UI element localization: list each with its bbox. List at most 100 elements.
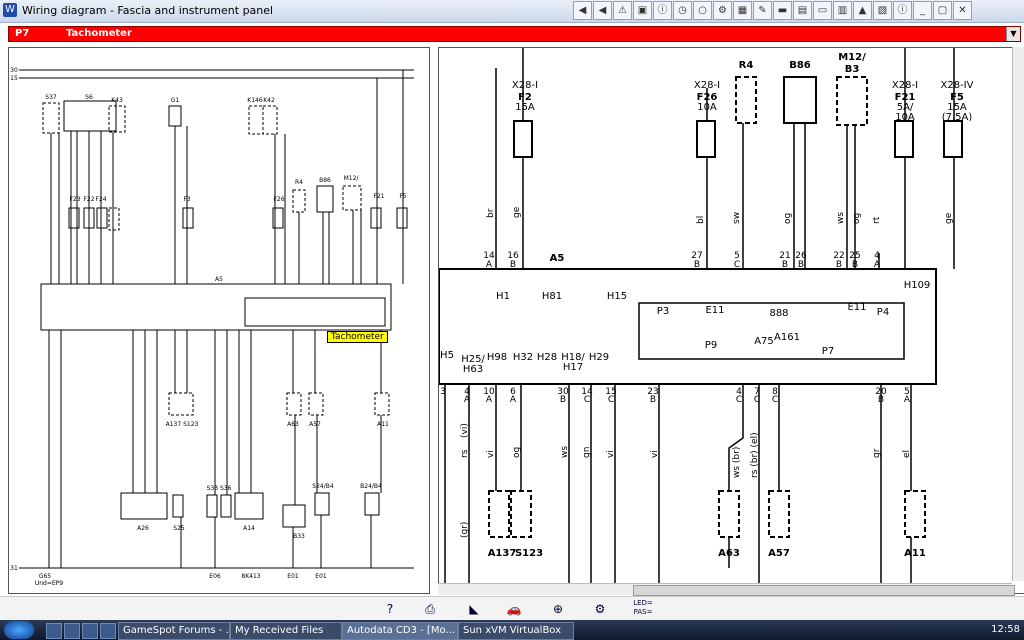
- svg-text:A5: A5: [550, 253, 565, 264]
- help-icon[interactable]: ?: [378, 599, 402, 619]
- svg-text:A: A: [486, 395, 493, 405]
- svg-text:A137: A137: [488, 548, 517, 559]
- svg-text:B: B: [852, 260, 858, 270]
- triangle-icon[interactable]: ◣: [462, 599, 486, 619]
- info-icon[interactable]: ⓘ: [893, 1, 912, 20]
- svg-text:A: A: [486, 260, 493, 270]
- svg-text:H32: H32: [513, 352, 533, 363]
- svg-text:F26: F26: [273, 196, 284, 203]
- minimize-icon[interactable]: _: [913, 1, 932, 20]
- scrollbar-thumb[interactable]: [633, 585, 1015, 596]
- svg-text:C: C: [608, 395, 614, 405]
- restore-icon[interactable]: ▢: [933, 1, 952, 20]
- warning-icon[interactable]: ⚠: [613, 1, 632, 20]
- svg-text:H98: H98: [487, 352, 507, 363]
- component-code: P7: [15, 28, 30, 39]
- quicklaunch-icon[interactable]: [100, 623, 116, 639]
- arrow-left-icon[interactable]: ◀: [593, 1, 612, 20]
- clock[interactable]: 12:58: [991, 622, 1020, 638]
- chart-icon[interactable]: ▧: [873, 1, 892, 20]
- grid-icon[interactable]: ▦: [733, 1, 752, 20]
- svg-text:ws: ws: [560, 446, 570, 458]
- taskbar-item[interactable]: GameSpot Forums - ...: [118, 622, 230, 640]
- svg-text:A: A: [874, 260, 881, 270]
- tools-icon[interactable]: ⚙: [588, 599, 612, 619]
- svg-text:B: B: [510, 260, 516, 270]
- svg-text:H28: H28: [537, 352, 557, 363]
- quicklaunch-icon[interactable]: [64, 623, 80, 639]
- svg-text:H15: H15: [607, 291, 627, 302]
- svg-text:B: B: [798, 260, 804, 270]
- svg-text:A: A: [510, 395, 517, 405]
- quicklaunch-icon[interactable]: [82, 623, 98, 639]
- svg-text:G65: G65: [39, 573, 51, 580]
- svg-text:E01: E01: [315, 573, 327, 580]
- svg-text:og: og: [783, 213, 793, 224]
- svg-text:A: A: [464, 395, 471, 405]
- svg-text:E06: E06: [209, 573, 221, 580]
- svg-text:R4: R4: [295, 179, 303, 186]
- svg-text:og: og: [852, 213, 862, 224]
- quicklaunch-icon[interactable]: [46, 623, 62, 639]
- svg-text:A57: A57: [309, 421, 321, 428]
- car-icon[interactable]: 🚗: [502, 599, 526, 619]
- svg-text:rt: rt: [872, 216, 882, 224]
- search-icon[interactable]: ⊕: [546, 599, 570, 619]
- print-icon[interactable]: ⎙: [418, 599, 442, 619]
- svg-text:F23: F23: [69, 196, 80, 203]
- svg-text:S123: S123: [515, 548, 543, 559]
- svg-text:F24: F24: [95, 196, 106, 203]
- svg-text:H29: H29: [589, 352, 609, 363]
- tools-icon[interactable]: ⚙: [713, 1, 732, 20]
- overview-diagram-pane[interactable]: 30 15 31 S37 S6 K43 G1 K146 K42 R4 B86 M12/ F21 F…: [8, 47, 430, 594]
- svg-text:F3: F3: [183, 196, 190, 203]
- detail-diagram-pane[interactable]: X28-I F2 15A X28-I F26 10A R4 B86 M12/B3 X28…: [438, 47, 1024, 594]
- taskbar-item[interactable]: My Received Files: [230, 622, 342, 640]
- circle-icon[interactable]: ○: [693, 1, 712, 20]
- svg-text:Und=EP9: Und=EP9: [35, 580, 63, 587]
- svg-text:A11: A11: [904, 548, 926, 559]
- svg-text:10A: 10A: [697, 102, 717, 113]
- component-selector[interactable]: P7 Tachometer ▼: [8, 26, 1021, 42]
- image-icon[interactable]: ▣: [633, 1, 652, 20]
- start-button[interactable]: [4, 621, 34, 639]
- book-icon[interactable]: ▤: [793, 1, 812, 20]
- doc-icon[interactable]: ▭: [813, 1, 832, 20]
- rocket-icon[interactable]: ▲: [853, 1, 872, 20]
- repair-icon[interactable]: ✎: [753, 1, 772, 20]
- svg-text:br: br: [486, 208, 496, 218]
- horizontal-scrollbar[interactable]: [438, 583, 1015, 596]
- svg-text:31: 31: [10, 565, 18, 572]
- svg-text:A14: A14: [243, 525, 255, 532]
- svg-text:8K413: 8K413: [241, 573, 260, 580]
- vertical-scrollbar[interactable]: [1012, 47, 1024, 581]
- svg-text:(7,5A): (7,5A): [942, 112, 973, 123]
- taskbar-item[interactable]: Autodata CD3 - [Mo...: [342, 622, 458, 640]
- svg-text:rs (br) (el): rs (br) (el): [750, 432, 760, 478]
- clock-icon[interactable]: ◷: [673, 1, 692, 20]
- close-icon[interactable]: ✕: [953, 1, 972, 20]
- dropdown-arrow-icon[interactable]: ▼: [1006, 27, 1020, 41]
- svg-text:F22: F22: [83, 196, 94, 203]
- svg-text:F21: F21: [373, 193, 384, 200]
- led-pass-icon[interactable]: LED= PAS=: [628, 599, 658, 619]
- svg-text:E11: E11: [847, 302, 866, 313]
- svg-text:M12/: M12/: [344, 175, 360, 182]
- car-icon[interactable]: ▬: [773, 1, 792, 20]
- svg-text:15A: 15A: [515, 102, 535, 113]
- svg-text:A161: A161: [774, 332, 800, 343]
- taskbar: GameSpot Forums - ... My Received Files …: [0, 620, 1024, 640]
- pages-icon[interactable]: ▥: [833, 1, 852, 20]
- info-icon[interactable]: ⓘ: [653, 1, 672, 20]
- svg-text:B: B: [560, 395, 566, 405]
- hover-tooltip: Tachometer: [327, 331, 388, 343]
- taskbar-item[interactable]: Sun xVM VirtualBox: [458, 622, 574, 640]
- arrow-left-icon[interactable]: ◀: [573, 1, 592, 20]
- svg-text:C: C: [754, 395, 760, 405]
- svg-text:(vi): (vi): [460, 423, 470, 438]
- svg-text:P4: P4: [877, 307, 889, 318]
- svg-text:ge: ge: [512, 206, 522, 218]
- svg-text:C: C: [736, 395, 742, 405]
- svg-text:K42: K42: [263, 97, 275, 104]
- svg-text:B86: B86: [319, 177, 331, 184]
